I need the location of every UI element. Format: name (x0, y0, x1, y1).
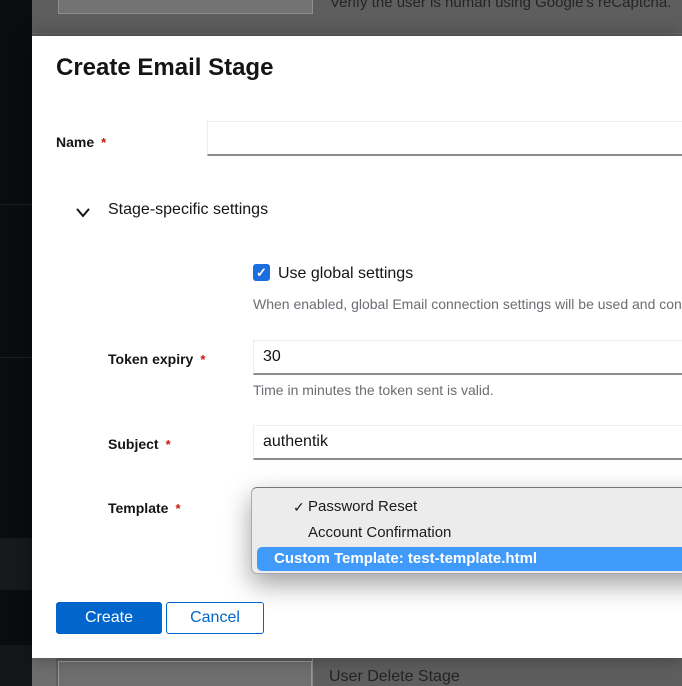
required-asterisk: * (200, 352, 205, 367)
sidebar-divider (0, 357, 32, 358)
option-label: Custom Template: test-template.html (274, 550, 537, 567)
template-label: Template * (108, 500, 181, 516)
check-icon: ✓ (293, 494, 305, 520)
subject-label-text: Subject (108, 436, 159, 452)
use-global-settings-label[interactable]: Use global settings (278, 265, 413, 283)
background-captcha-description: Verify the user is human using Google's … (330, 0, 671, 11)
create-email-stage-modal: Create Email Stage Name * Stage-specific … (32, 36, 682, 658)
group-header-stage-specific-settings[interactable]: Stage-specific settings (108, 201, 268, 219)
check-icon: ✓ (256, 265, 267, 280)
sidebar-divider (0, 204, 32, 205)
background-row-divider (32, 33, 682, 34)
sidebar-item-dimmed (0, 538, 32, 590)
app-sidebar (0, 0, 32, 686)
use-global-settings-help: When enabled, global Email connection se… (253, 296, 682, 312)
token-expiry-input[interactable] (253, 340, 682, 375)
use-global-settings-checkbox[interactable]: ✓ (253, 264, 270, 281)
modal-title: Create Email Stage (56, 54, 273, 82)
token-expiry-label-text: Token expiry (108, 351, 193, 367)
subject-input[interactable] (253, 425, 682, 460)
sidebar-item-dimmed (0, 645, 32, 686)
background-corner-patch (32, 658, 56, 686)
name-input[interactable] (207, 121, 682, 156)
name-label-text: Name (56, 134, 94, 150)
required-asterisk: * (166, 437, 171, 452)
required-asterisk: * (101, 135, 106, 150)
background-column-divider (312, 658, 313, 686)
option-label: Password Reset (308, 498, 417, 515)
token-expiry-label: Token expiry * (108, 351, 205, 367)
template-label-text: Template (108, 500, 168, 516)
background-table-cell-bottom (58, 661, 312, 686)
create-button[interactable]: Create (56, 602, 162, 634)
dropdown-option-password-reset[interactable]: ✓ Password Reset (252, 494, 682, 520)
dropdown-option-custom-template[interactable]: Custom Template: test-template.html (257, 547, 682, 571)
required-asterisk: * (175, 501, 180, 516)
dropdown-option-account-confirmation[interactable]: Account Confirmation (252, 520, 682, 546)
name-label: Name * (56, 134, 106, 150)
cancel-button[interactable]: Cancel (166, 602, 264, 634)
token-expiry-help: Time in minutes the token sent is valid. (253, 382, 494, 398)
template-dropdown-popup: ✓ Password Reset Account Confirmation Cu… (251, 487, 682, 574)
chevron-down-icon[interactable] (76, 208, 90, 218)
background-table-cell-top (58, 0, 313, 14)
option-label: Account Confirmation (308, 524, 451, 541)
subject-label: Subject * (108, 436, 171, 452)
background-user-delete-stage-label: User Delete Stage (329, 668, 460, 686)
